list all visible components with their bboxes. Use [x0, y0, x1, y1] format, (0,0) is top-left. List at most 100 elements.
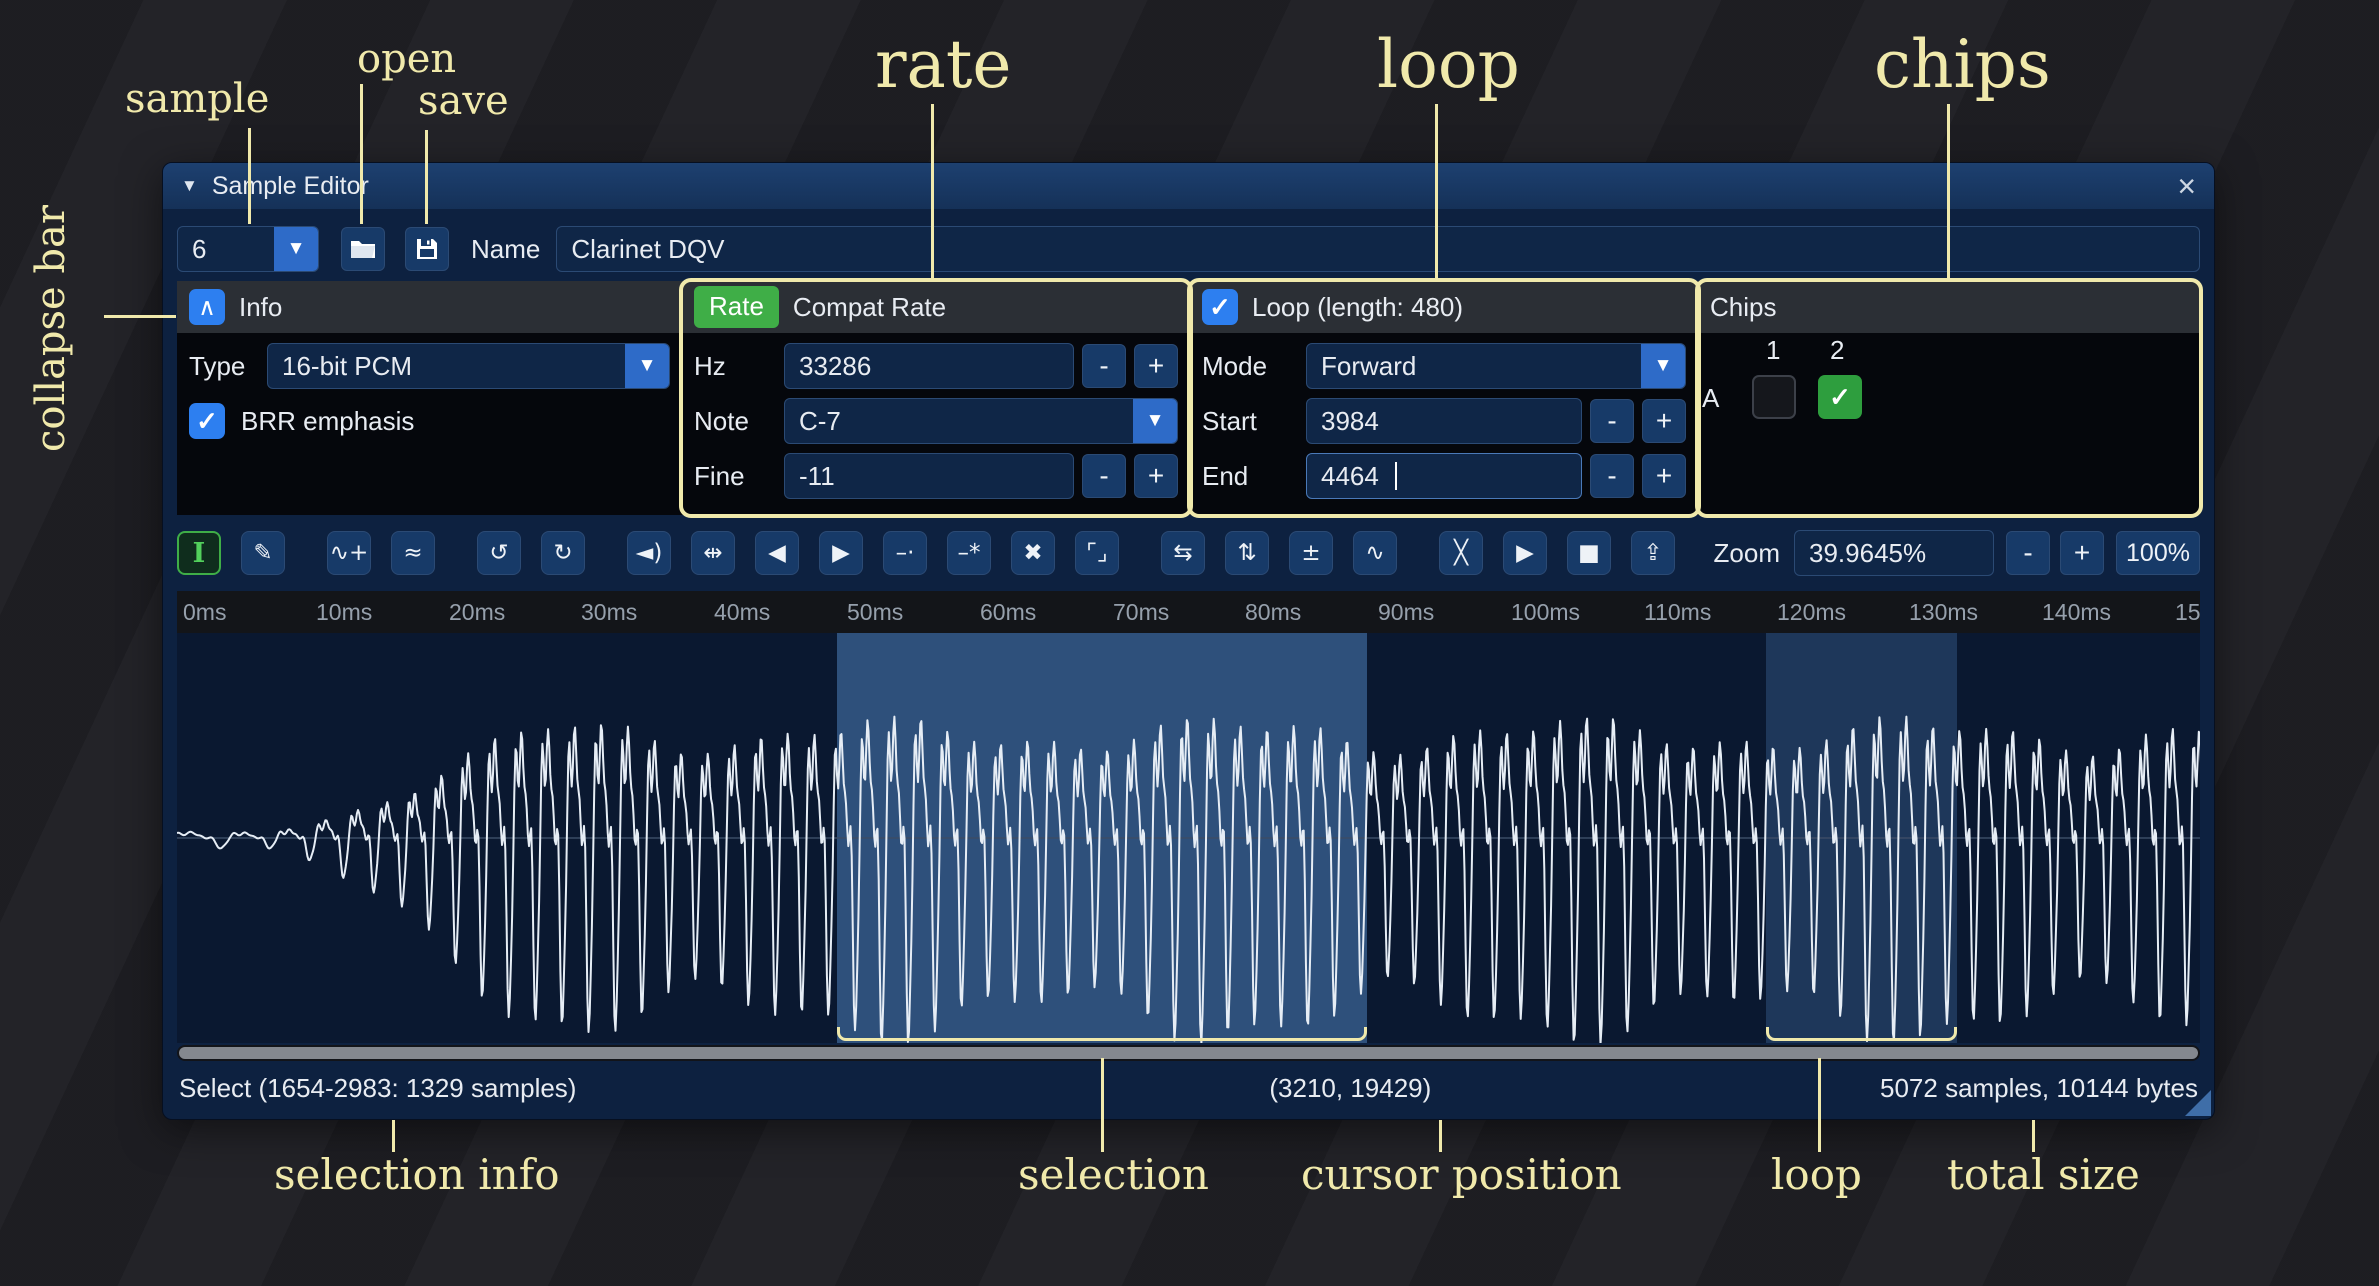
note-value: C-7: [785, 406, 1133, 437]
ruler-label: 150: [2175, 599, 2200, 626]
redo-button[interactable]: ↻: [541, 531, 585, 575]
annotation-cursor-position: cursor position: [1301, 1150, 1622, 1199]
loop-mode-select[interactable]: Forward ▼: [1306, 343, 1686, 389]
invert-button[interactable]: ⇅: [1225, 531, 1269, 575]
annotation-chips: chips: [1874, 26, 2051, 103]
loop-start-plus-button[interactable]: +: [1642, 399, 1686, 443]
amplify-button[interactable]: ◄): [627, 531, 671, 575]
ruler-label: 120ms: [1777, 599, 1846, 626]
save-sample-button[interactable]: [405, 227, 449, 271]
close-icon[interactable]: ×: [2177, 170, 2196, 202]
crossfade-icon: ╳: [1454, 542, 1468, 565]
window-title: Sample Editor: [212, 172, 369, 201]
fade-in-button[interactable]: ◀: [755, 531, 799, 575]
total-size-text: 5072 samples, 10144 bytes: [1880, 1073, 2198, 1104]
open-sample-button[interactable]: [341, 227, 385, 271]
chip-a2-checkbox[interactable]: ✓: [1818, 375, 1862, 419]
hz-plus-button[interactable]: +: [1134, 344, 1178, 388]
hz-input[interactable]: 33286: [784, 343, 1074, 389]
waveform-trace: [177, 717, 2200, 1043]
stop-preview-button[interactable]: ■: [1567, 531, 1611, 575]
chips-panel: Chips 1 2 A ✓: [1698, 281, 2200, 515]
reverse-button[interactable]: ⇆: [1161, 531, 1205, 575]
apply-silence-icon: –*: [958, 542, 981, 565]
loop-end-input[interactable]: 4464: [1306, 453, 1582, 499]
loop-mode-dropdown-icon[interactable]: ▼: [1641, 344, 1685, 388]
zoom-value: 39.9645%: [1795, 538, 1993, 569]
normalize-button[interactable]: ⇹: [691, 531, 735, 575]
info-panel-header[interactable]: ∧ Info: [177, 281, 682, 333]
note-select[interactable]: C-7 ▼: [784, 398, 1178, 444]
fine-plus-button[interactable]: +: [1134, 454, 1178, 498]
upload-sample-button[interactable]: ⇪: [1631, 531, 1675, 575]
annotation-line-selection-info: [392, 1120, 395, 1152]
filter-button[interactable]: ∿: [1353, 531, 1397, 575]
insert-silence-button[interactable]: –·: [883, 531, 927, 575]
crop-icon: ⌜⌟: [1086, 542, 1108, 565]
loop-end-minus-button[interactable]: -: [1590, 454, 1634, 498]
brr-emphasis-checkbox[interactable]: ✓: [189, 403, 225, 439]
ruler-label: 30ms: [581, 599, 637, 626]
rate-button[interactable]: Rate: [694, 286, 779, 327]
text-caret: [1395, 462, 1397, 490]
waveform-view[interactable]: [177, 633, 2200, 1043]
trim-button[interactable]: ⌜⌟: [1075, 531, 1119, 575]
annotation-selection: selection: [1018, 1150, 1209, 1199]
window-collapse-icon[interactable]: ▼: [181, 176, 198, 196]
crossfade-button[interactable]: ╳: [1439, 531, 1483, 575]
loop-enable-checkbox[interactable]: ✓: [1202, 289, 1238, 325]
waveform-scrollbar[interactable]: [177, 1045, 2200, 1061]
annotation-line-total-size: [2032, 1120, 2035, 1152]
insert-silence-icon: –·: [896, 542, 915, 565]
annotation-selection-info: selection info: [274, 1150, 560, 1199]
select-tool-button[interactable]: I: [177, 531, 221, 575]
sample-type-select[interactable]: 16-bit PCM ▼: [267, 343, 670, 389]
sample-type-dropdown-icon[interactable]: ▼: [625, 344, 669, 388]
reverse-icon: ⇆: [1173, 542, 1192, 565]
sample-name-value: Clarinet DQV: [557, 234, 2199, 265]
hz-minus-button[interactable]: -: [1082, 344, 1126, 388]
zoom-controls: Zoom 39.9645% - + 100%: [1714, 530, 2200, 576]
sample-number-select[interactable]: 6 ▼: [177, 226, 319, 272]
loop-panel-body: Mode Forward ▼ Start 3984 - +: [1190, 333, 1698, 515]
loop-start-minus-button[interactable]: -: [1590, 399, 1634, 443]
sign-invert-button[interactable]: ±: [1289, 531, 1333, 575]
collapse-bar-button[interactable]: ∧: [189, 289, 225, 325]
loop-end-label: End: [1202, 461, 1298, 492]
sample-number-dropdown-icon[interactable]: ▼: [274, 227, 318, 271]
fine-minus-button[interactable]: -: [1082, 454, 1126, 498]
undo-button[interactable]: ↺: [477, 531, 521, 575]
loop-end-plus-button[interactable]: +: [1642, 454, 1686, 498]
resample-button[interactable]: ≈: [391, 531, 435, 575]
annotation-loop-bracket: [1766, 1027, 1957, 1041]
resize-wave-icon: ∿+: [330, 542, 369, 565]
ruler-label: 130ms: [1909, 599, 1978, 626]
resize-button[interactable]: ∿+: [327, 531, 371, 575]
title-bar[interactable]: ▼ Sample Editor ×: [163, 163, 2214, 209]
note-dropdown-icon[interactable]: ▼: [1133, 399, 1177, 443]
zoom-reset-button[interactable]: 100%: [2116, 531, 2200, 575]
resample-wave-icon: ≈: [403, 542, 422, 565]
zoom-input[interactable]: 39.9645%: [1794, 530, 1994, 576]
time-ruler[interactable]: 0ms 10ms 20ms 30ms 40ms 50ms 60ms 70ms 8…: [177, 591, 2200, 633]
scrollbar-thumb[interactable]: [179, 1047, 2198, 1059]
chip-a1-checkbox[interactable]: [1752, 375, 1796, 419]
window-resize-grip[interactable]: [2185, 1090, 2211, 1116]
preview-sample-button[interactable]: ▶: [1503, 531, 1547, 575]
name-label: Name: [471, 234, 540, 265]
annotation-line-loop: [1435, 104, 1438, 278]
play-icon: ▶: [1516, 542, 1534, 565]
draw-tool-button[interactable]: ✎: [241, 531, 285, 575]
sample-name-input[interactable]: Clarinet DQV: [556, 226, 2200, 272]
zoom-minus-button[interactable]: -: [2006, 531, 2050, 575]
annotation-rate: rate: [875, 26, 1011, 103]
loop-start-input[interactable]: 3984: [1306, 398, 1582, 444]
zoom-plus-button[interactable]: +: [2060, 531, 2104, 575]
fade-out-button[interactable]: ▶: [819, 531, 863, 575]
delete-x-icon: ✖: [1023, 542, 1042, 565]
brr-emphasis-label: BRR emphasis: [241, 406, 414, 437]
annotation-loop: loop: [1377, 26, 1520, 103]
delete-button[interactable]: ✖: [1011, 531, 1055, 575]
fine-input[interactable]: -11: [784, 453, 1074, 499]
apply-silence-button[interactable]: –*: [947, 531, 991, 575]
